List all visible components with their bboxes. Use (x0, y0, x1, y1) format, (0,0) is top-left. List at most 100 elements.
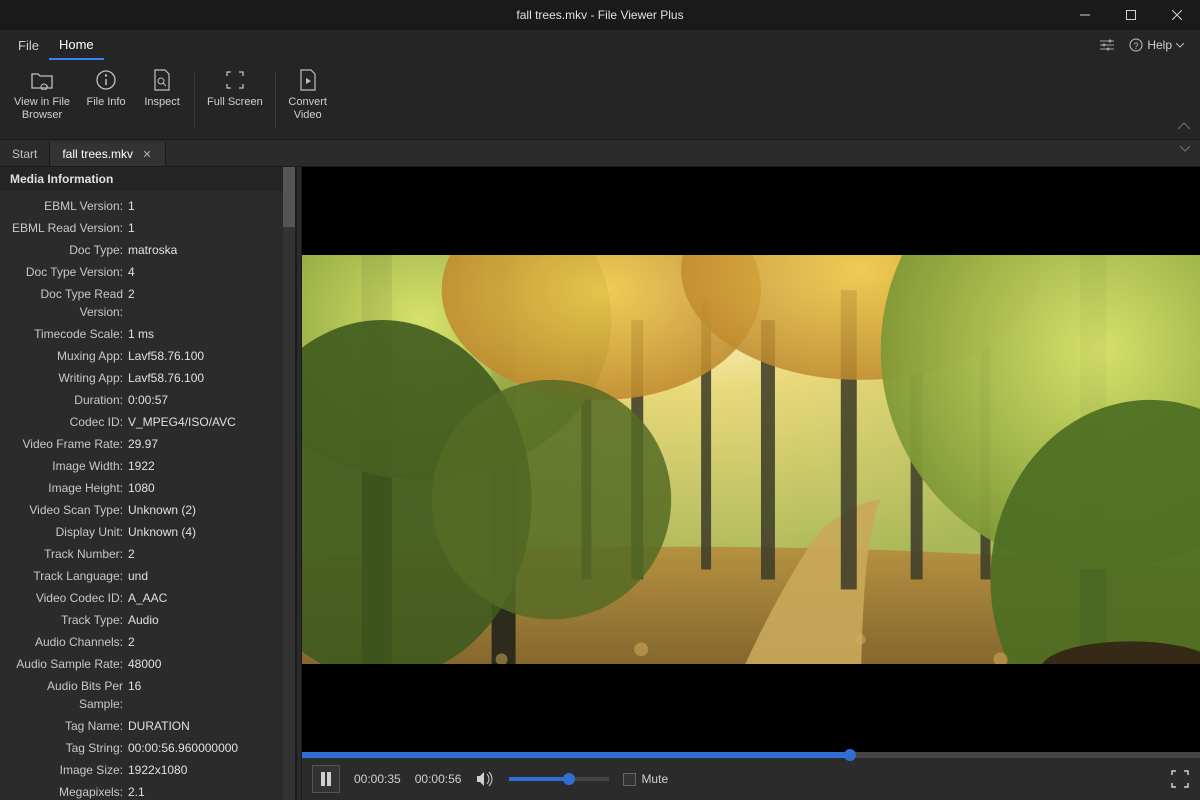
info-label: Muxing App: (6, 347, 128, 365)
tabbar: Start fall trees.mkv ✕ (0, 140, 1200, 167)
maximize-icon (1126, 10, 1136, 20)
help-menu[interactable]: ? Help (1129, 38, 1184, 52)
info-value: 00:00:56.960000000 (128, 739, 289, 757)
info-value: 1 ms (128, 325, 289, 343)
mute-checkbox[interactable]: Mute (623, 772, 668, 786)
info-panel: Media Information EBML Version:1EBML Rea… (0, 167, 296, 800)
info-row: Image Size:1922x1080 (0, 759, 295, 781)
tab-file[interactable]: fall trees.mkv ✕ (50, 142, 166, 166)
info-row: EBML Read Version:1 (0, 217, 295, 239)
video-frame[interactable] (302, 167, 1200, 752)
info-value: 2 (128, 285, 289, 321)
settings-icon[interactable] (1099, 37, 1115, 53)
info-row: Doc Type Read Version:2 (0, 283, 295, 323)
volume-button[interactable] (475, 769, 495, 789)
info-row: Timecode Scale:1 ms (0, 323, 295, 345)
video-area: 00:00:35 00:00:56 Mute (302, 167, 1200, 800)
info-value: Lavf58.76.100 (128, 369, 289, 387)
tab-close-button[interactable]: ✕ (141, 148, 153, 160)
info-row: Video Codec ID:A_AAC (0, 587, 295, 609)
info-label: Image Height: (6, 479, 128, 497)
info-row: Image Width:1922 (0, 455, 295, 477)
info-label: Video Frame Rate: (6, 435, 128, 453)
info-value: A_AAC (128, 589, 289, 607)
ribbon-separator (275, 72, 276, 128)
video-still-image (302, 255, 1200, 665)
info-value: Lavf58.76.100 (128, 347, 289, 365)
media-info-rows: EBML Version:1EBML Read Version:1Doc Typ… (0, 191, 295, 800)
info-value: Unknown (2) (128, 501, 289, 519)
info-value: 48000 (128, 655, 289, 673)
tab-start[interactable]: Start (0, 142, 50, 166)
info-value: Unknown (4) (128, 523, 289, 541)
info-row: Writing App:Lavf58.76.100 (0, 367, 295, 389)
convert-video-button[interactable]: Convert Video (280, 64, 336, 136)
info-value: 1 (128, 197, 289, 215)
inspect-icon (150, 68, 174, 92)
menu-home[interactable]: Home (49, 31, 104, 60)
total-time: 00:00:56 (415, 772, 462, 786)
info-label: Video Codec ID: (6, 589, 128, 607)
info-row: Duration:0:00:57 (0, 389, 295, 411)
info-label: Timecode Scale: (6, 325, 128, 343)
info-value: V_MPEG4/ISO/AVC (128, 413, 289, 431)
progress-bar[interactable] (302, 752, 1200, 758)
view-in-browser-button[interactable]: View in File Browser (6, 64, 78, 136)
expand-icon (1171, 770, 1189, 788)
maximize-button[interactable] (1108, 0, 1154, 30)
close-icon (1172, 10, 1182, 20)
info-row: Track Type:Audio (0, 609, 295, 631)
info-value: 1922x1080 (128, 761, 289, 779)
info-icon (94, 68, 118, 92)
ribbon-label: Full Screen (207, 96, 263, 109)
pause-button[interactable] (312, 765, 340, 793)
menu-file[interactable]: File (8, 32, 49, 59)
sidebar-scrollbar[interactable] (283, 167, 295, 800)
minimize-icon (1080, 10, 1090, 20)
info-value: 4 (128, 263, 289, 281)
ribbon: View in File Browser File Info Inspect F… (0, 60, 1200, 140)
progress-thumb[interactable] (844, 749, 856, 761)
video-controls: 00:00:35 00:00:56 Mute (302, 752, 1200, 800)
info-row: Audio Sample Rate:48000 (0, 653, 295, 675)
volume-slider[interactable] (509, 777, 609, 781)
volume-icon (475, 770, 495, 788)
info-row: Tag String:00:00:56.960000000 (0, 737, 295, 759)
info-row: Video Frame Rate:29.97 (0, 433, 295, 455)
fullscreen-button[interactable]: Full Screen (199, 64, 271, 136)
minimize-button[interactable] (1062, 0, 1108, 30)
info-row: Track Number:2 (0, 543, 295, 565)
mute-label: Mute (641, 772, 668, 786)
tab-menu-button[interactable] (1180, 146, 1194, 160)
info-label: EBML Read Version: (6, 219, 128, 237)
info-label: Audio Channels: (6, 633, 128, 651)
info-value: Audio (128, 611, 289, 629)
inspect-button[interactable]: Inspect (134, 64, 190, 136)
info-label: Image Width: (6, 457, 128, 475)
info-value: 2.1 (128, 783, 289, 800)
info-value: 0:00:57 (128, 391, 289, 409)
volume-thumb[interactable] (563, 773, 575, 785)
info-row: Codec ID:V_MPEG4/ISO/AVC (0, 411, 295, 433)
info-row: Doc Type:matroska (0, 239, 295, 261)
convert-icon (296, 68, 320, 92)
info-row: Display Unit:Unknown (4) (0, 521, 295, 543)
info-label: Megapixels: (6, 783, 128, 800)
window-title: fall trees.mkv - File Viewer Plus (516, 8, 683, 22)
close-button[interactable] (1154, 0, 1200, 30)
info-row: Tag Name:DURATION (0, 715, 295, 737)
current-time: 00:00:35 (354, 772, 401, 786)
info-label: Display Unit: (6, 523, 128, 541)
info-value: 16 (128, 677, 289, 713)
chevron-down-icon (1176, 43, 1184, 48)
file-info-button[interactable]: File Info (78, 64, 134, 136)
checkbox-icon (623, 773, 636, 786)
info-row: Image Height:1080 (0, 477, 295, 499)
info-row: Video Scan Type:Unknown (2) (0, 499, 295, 521)
info-label: Tag String: (6, 739, 128, 757)
tab-label: Start (12, 147, 37, 161)
info-value: 1 (128, 219, 289, 237)
fullscreen-video-button[interactable] (1170, 769, 1190, 789)
info-value: matroska (128, 241, 289, 259)
collapse-ribbon-button[interactable] (1178, 121, 1192, 135)
